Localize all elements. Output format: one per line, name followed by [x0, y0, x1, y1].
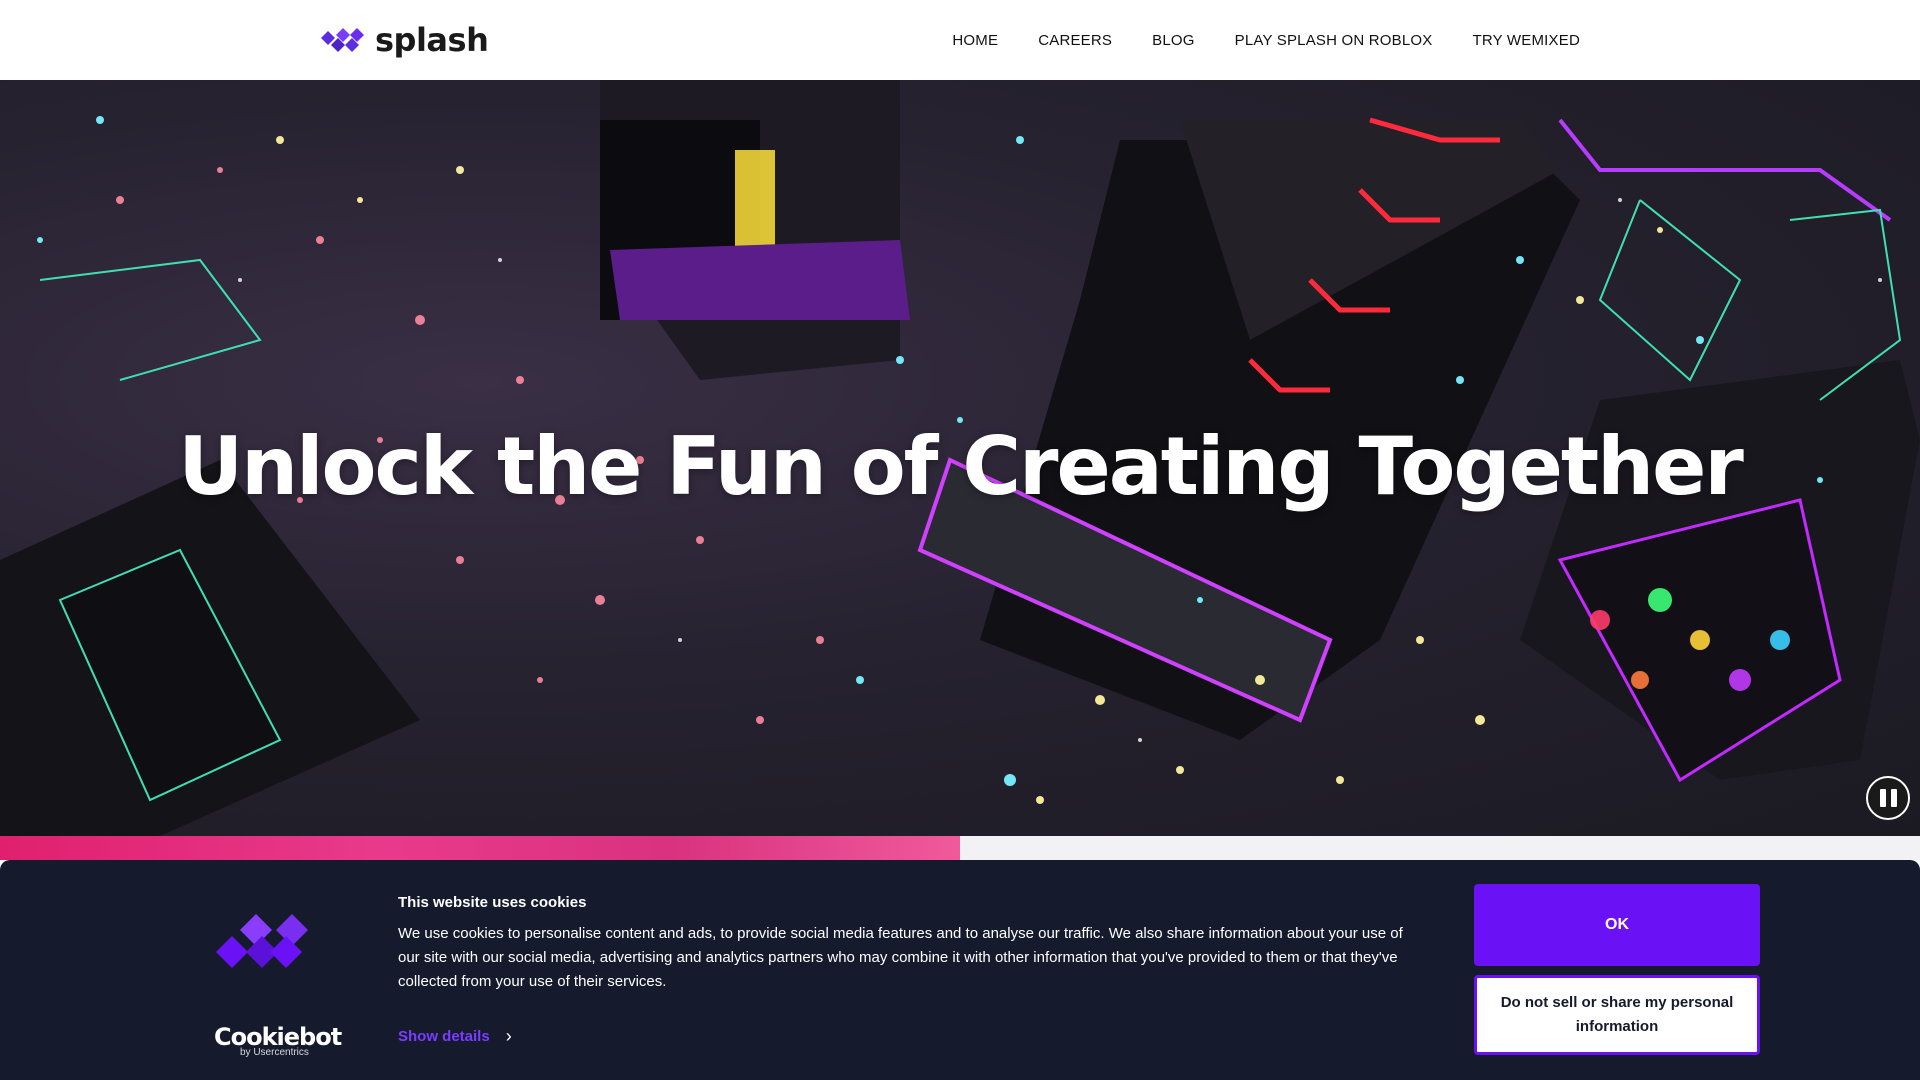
logo-text: splash — [375, 21, 489, 59]
nav-blog[interactable]: BLOG — [1152, 32, 1194, 49]
site-header: splash HOME CAREERS BLOG PLAY SPLASH ON … — [0, 0, 1920, 80]
nav-home[interactable]: HOME — [952, 32, 998, 49]
cookie-ok-button[interactable]: OK — [1474, 884, 1760, 966]
hero-title: Unlock the Fun of Creating Together — [178, 420, 1744, 513]
show-details-link[interactable]: Show details › — [398, 1026, 512, 1047]
main-nav: HOME CAREERS BLOG PLAY SPLASH ON ROBLOX … — [952, 0, 1580, 80]
nav-play-roblox[interactable]: PLAY SPLASH ON ROBLOX — [1235, 32, 1433, 49]
show-details-label: Show details — [398, 1028, 490, 1045]
hero-progress-strip — [0, 836, 1920, 860]
chevron-right-icon: › — [505, 1026, 512, 1046]
nav-careers[interactable]: CAREERS — [1038, 32, 1112, 49]
cookie-brand-logo-icon — [216, 914, 308, 968]
pause-icon — [1879, 789, 1886, 807]
hero-video: Unlock the Fun of Creating Together — [0, 80, 1920, 836]
cookiebot-name: Cookiebot — [214, 1023, 342, 1051]
cookie-description: We use cookies to personalise content an… — [398, 925, 1403, 990]
splash-logo[interactable]: splash — [319, 20, 489, 60]
cookiebot-logo-icon[interactable]: Cookiebot by Usercentrics — [214, 1023, 342, 1058]
cookie-title: This website uses cookies — [398, 894, 587, 911]
pause-video-button[interactable] — [1866, 776, 1910, 820]
do-not-sell-button[interactable]: Do not sell or share my personal informa… — [1474, 975, 1760, 1055]
splash-logo-icon — [321, 28, 364, 52]
hero-progress-fill — [0, 836, 960, 860]
nav-try-wemixed[interactable]: TRY WEMIXED — [1473, 32, 1581, 49]
